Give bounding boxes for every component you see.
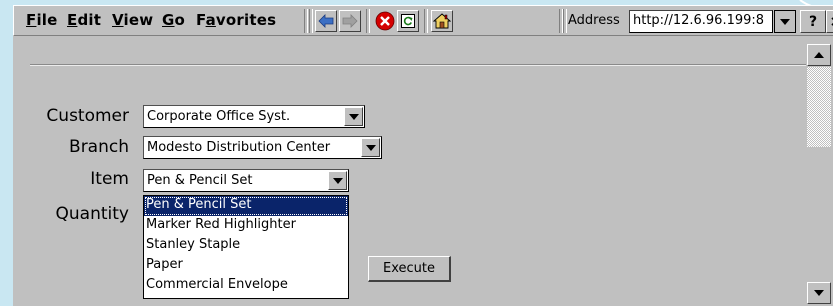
branch-select-value: Modesto Distribution Center <box>147 140 331 155</box>
scroll-down-button[interactable] <box>807 282 831 304</box>
home-icon <box>433 13 451 29</box>
item-dropdown-button[interactable] <box>328 171 347 190</box>
item-option[interactable]: Stanley Staple <box>144 236 348 256</box>
customer-label: Customer <box>46 106 129 126</box>
horizontal-rule <box>30 64 806 66</box>
branch-label: Branch <box>69 137 129 157</box>
back-arrow-icon <box>318 14 334 28</box>
refresh-button[interactable] <box>397 10 419 32</box>
item-label: Item <box>90 169 129 189</box>
item-option[interactable]: Commercial Envelope <box>144 276 348 296</box>
forward-arrow-icon <box>342 14 358 28</box>
arrow-down-icon <box>814 290 824 296</box>
branch-select[interactable]: Modesto Distribution Center <box>143 136 382 159</box>
stop-button[interactable] <box>374 10 396 32</box>
item-select[interactable]: Pen & Pencil Set <box>143 169 349 192</box>
browser-toolbar: File Edit View Go Favorites Address http… <box>13 5 833 36</box>
chevron-down-icon <box>348 113 359 120</box>
item-select-value: Pen & Pencil Set <box>147 173 253 188</box>
item-option[interactable]: Paper <box>144 256 348 276</box>
execute-button[interactable]: Execute <box>368 256 451 282</box>
chevron-down-icon <box>365 144 376 151</box>
menu-go[interactable]: Go <box>162 11 185 29</box>
menu-edit[interactable]: Edit <box>67 11 101 29</box>
toolbar-separator <box>304 9 308 33</box>
toolbar-separator <box>366 9 370 33</box>
branch-dropdown-button[interactable] <box>361 138 380 157</box>
address-dropdown-button[interactable] <box>774 10 796 33</box>
menu-view[interactable]: View <box>112 11 153 29</box>
customer-select-value: Corporate Office Syst. <box>147 109 291 124</box>
customer-select[interactable]: Corporate Office Syst. <box>143 105 365 128</box>
toolbar-separator <box>563 9 567 33</box>
stop-icon <box>375 11 395 31</box>
menu-file[interactable]: File <box>26 11 58 29</box>
page-content: Customer Corporate Office Syst. Branch M… <box>13 36 806 306</box>
home-button[interactable] <box>431 10 453 32</box>
toolbar-separator <box>424 9 428 33</box>
chevron-down-icon <box>332 177 343 184</box>
close-icon: × <box>830 14 833 30</box>
vertical-scrollbar[interactable] <box>806 36 833 306</box>
arrow-up-icon <box>814 52 824 58</box>
address-label: Address <box>568 13 620 28</box>
item-option[interactable]: Marker Red Highlighter <box>144 216 348 236</box>
quantity-label: Quantity <box>55 204 129 224</box>
customer-dropdown-button[interactable] <box>344 107 363 126</box>
address-input[interactable]: http://12.6.96.199:8 <box>629 10 773 33</box>
item-dropdown-list: Pen & Pencil Set Marker Red Highlighter … <box>143 195 349 299</box>
menu-favorites[interactable]: Favorites <box>196 11 276 29</box>
toolbar-separator <box>309 9 313 33</box>
chevron-down-icon <box>780 18 790 25</box>
help-button[interactable]: ? <box>800 10 826 33</box>
scroll-up-button[interactable] <box>807 44 831 66</box>
item-option[interactable]: Pen & Pencil Set <box>144 196 348 216</box>
close-button[interactable]: × <box>826 10 833 33</box>
forward-button[interactable] <box>339 10 361 32</box>
back-button[interactable] <box>315 10 337 32</box>
scroll-track[interactable] <box>807 67 831 147</box>
refresh-icon <box>401 14 415 28</box>
